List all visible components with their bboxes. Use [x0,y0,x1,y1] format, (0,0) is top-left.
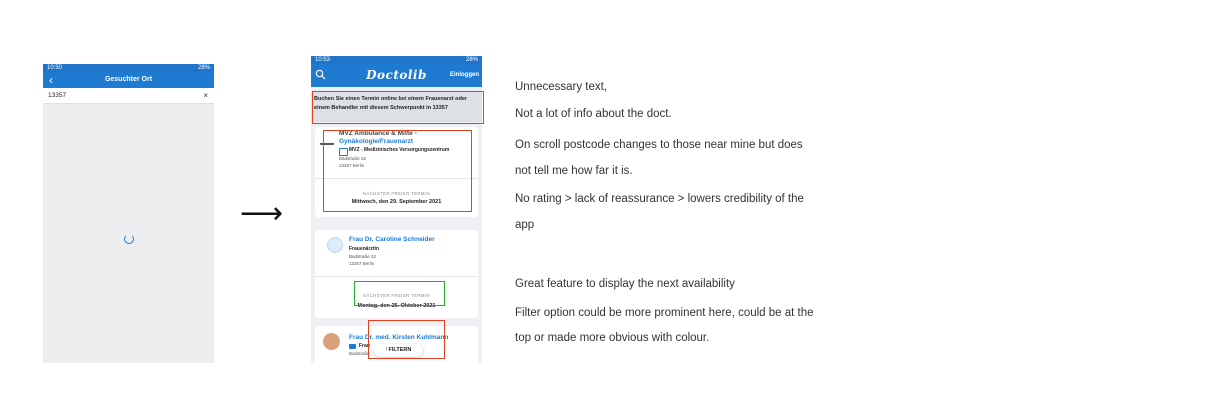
doctor-photo-icon [323,333,340,350]
location-search-screen: 10:50 28% ‹ Gesuchter Ort 13357 × [43,64,214,363]
annotation-box-filter [368,320,445,359]
location-search-field[interactable]: 13357 × [43,88,214,104]
battery-status: 28% [465,57,478,63]
address-street: Badstraße [349,351,370,356]
video-badge-icon [349,344,356,349]
page-title: Gesuchter Ort [104,76,153,83]
note-next-availability: Great feature to display the next availa… [515,278,735,290]
address-street: Badstraße 32 [349,254,377,259]
status-time: 10:53 [315,57,331,63]
note-filter-line2: top or made more obvious with colour. [515,332,710,344]
address-city: 13357 Berlin [349,261,375,266]
status-time: 10:50 [47,65,63,71]
login-button[interactable]: Einloggen [450,64,479,87]
note-little-info: Not a lot of info about the doct. [515,108,672,120]
battery-status: 28% [197,65,210,71]
annotation-box-banner [312,91,484,124]
status-bar: 10:50 28% [43,64,214,72]
note-filter-line1: Filter option could be more prominent he… [515,307,814,319]
note-rating-line1: No rating > lack of reassurance > lowers… [515,193,804,205]
note-rating-line2: app [515,219,535,231]
doctor-specialty: Frauenärztin [349,246,380,252]
annotation-box-next-availability [354,281,445,306]
annotation-box-doctor-info [323,130,472,212]
search-input-value[interactable]: 13357 [48,88,66,103]
doctor-name[interactable]: Frau Dr. Caroline Schneider [349,236,435,244]
loading-spinner-icon [124,234,134,244]
clear-icon[interactable]: × [203,88,208,103]
note-postcode-line2: not tell me how far it is. [515,165,633,177]
status-bar: 10:53 28% [311,56,482,64]
note-unnecessary-text: Unnecessary text, [515,81,608,93]
app-bar: ‹ Gesuchter Ort [43,72,214,88]
flow-arrow-icon: ⟶ [240,197,284,230]
card-divider [315,276,478,277]
note-postcode-line1: On scroll postcode changes to those near… [515,139,803,151]
app-bar: Doctolib Einloggen [311,64,482,87]
doctor-avatar-icon [327,237,343,253]
